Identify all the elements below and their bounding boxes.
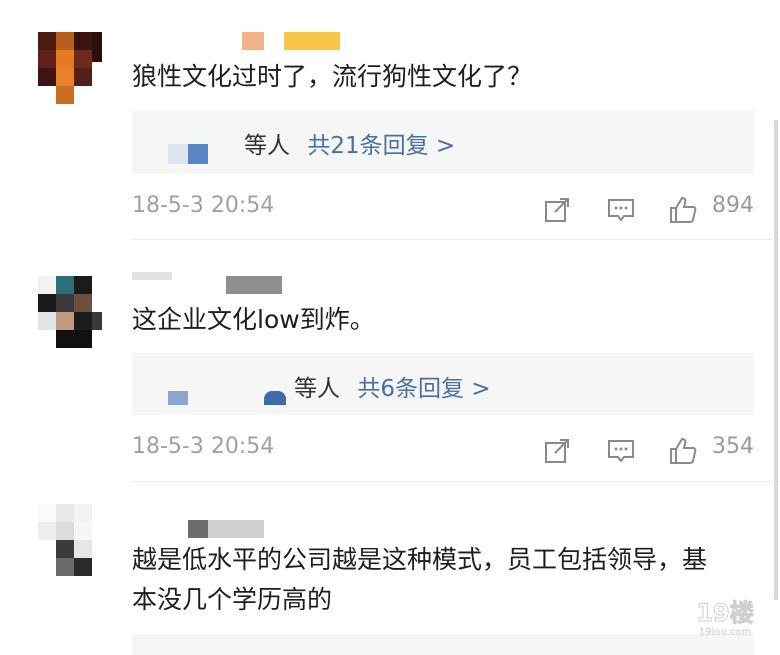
view-replies-link[interactable]: 共6条回复 > (357, 376, 490, 402)
username-badge-blurred (208, 520, 264, 538)
divider (132, 481, 780, 482)
like-count: 894 (712, 193, 754, 218)
avatar[interactable] (38, 504, 102, 576)
timestamp: 18-5-3 20:54 (132, 434, 275, 459)
replies-preview[interactable] (132, 634, 754, 655)
username-blurred[interactable] (188, 520, 208, 538)
replies-preview[interactable]: 等人 共6条回复 > (132, 353, 754, 415)
comment-text: 狼性文化过时了，流行狗性文化了？ (132, 62, 533, 91)
username-blurred[interactable] (132, 272, 172, 280)
divider (132, 239, 780, 240)
thumbs-up-icon[interactable] (668, 436, 698, 466)
comment-meta: 18-5-3 20:54 894 (132, 193, 754, 225)
timestamp: 18-5-3 20:54 (132, 193, 275, 218)
like-count: 354 (712, 434, 754, 459)
replies-preview[interactable]: 等人 共21条回复 > (132, 110, 754, 174)
scrollbar[interactable] (774, 120, 778, 600)
svg-text:19lou.com: 19lou.com (699, 627, 752, 638)
watermark-logo: 19楼 19lou.com (692, 595, 758, 639)
comment-icon[interactable] (606, 436, 636, 466)
view-replies-link[interactable]: 共21条回复 > (307, 133, 455, 159)
avatar[interactable] (38, 32, 102, 104)
thumbs-up-icon[interactable] (668, 195, 698, 225)
reply-users-suffix: 等人 (244, 133, 290, 159)
username-badge-blurred (284, 32, 340, 50)
avatar[interactable] (38, 276, 102, 348)
comment-meta: 18-5-3 20:54 354 (132, 434, 754, 466)
comment-icon[interactable] (606, 195, 636, 225)
comment-text: 这企业文化low到炸。 (132, 305, 375, 334)
reply-users-suffix: 等人 (294, 376, 340, 402)
comment-text: 越是低水平的公司越是这种模式，员工包括领导，基本没几个学历高的 (132, 545, 708, 614)
share-icon[interactable] (542, 195, 572, 225)
svg-text:19楼: 19楼 (696, 599, 753, 627)
share-icon[interactable] (542, 436, 572, 466)
username-blurred[interactable] (242, 32, 264, 50)
username-badge-blurred (226, 276, 282, 294)
